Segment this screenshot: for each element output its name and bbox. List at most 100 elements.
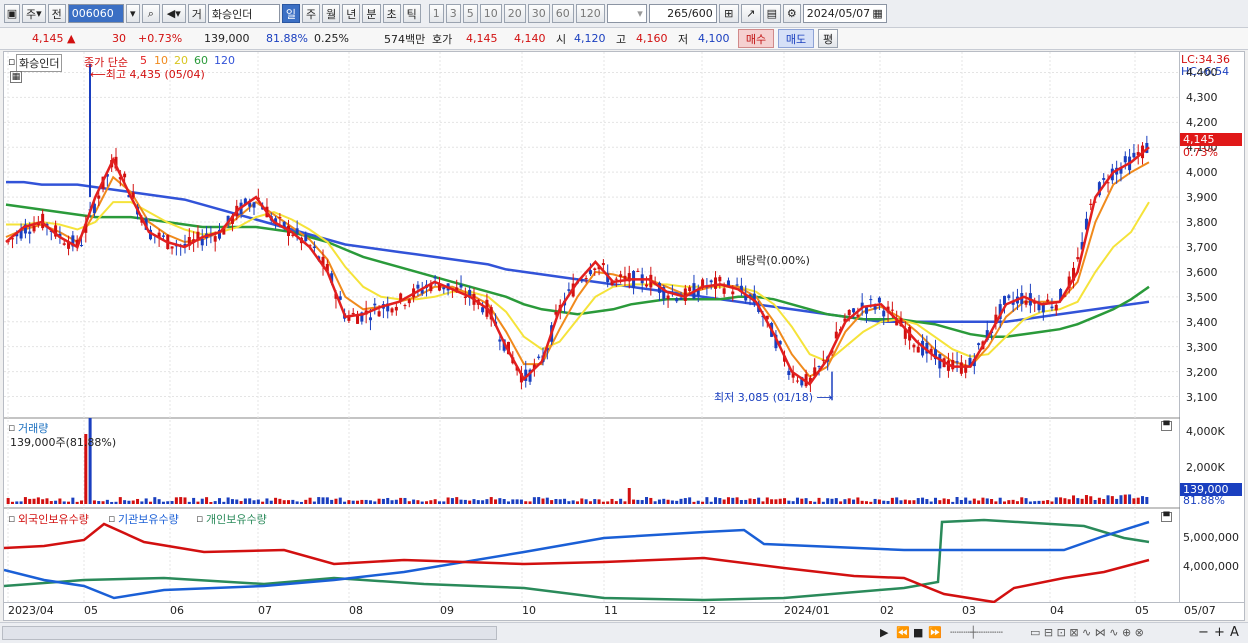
volume-bar [118, 497, 122, 504]
volume-bar [511, 499, 515, 504]
volume-bar [998, 497, 1002, 504]
volume-bar [584, 499, 588, 504]
zoom-in-icon[interactable]: + [1214, 625, 1225, 640]
interval-dropdown[interactable]: ▾ [606, 4, 647, 23]
volume-bar [131, 500, 135, 504]
period-tick[interactable]: 틱 [402, 4, 421, 23]
line-tool-icon[interactable]: ↗ [740, 4, 761, 23]
stop-icon[interactable]: ■ [913, 626, 923, 639]
date-field[interactable]: 2024/05/07 ▦ [802, 4, 887, 23]
low-label: 저 [678, 32, 689, 46]
candle-body [614, 278, 618, 280]
volume-bar [334, 498, 338, 504]
period-month[interactable]: 월 [322, 4, 341, 23]
volume-panel-close-icon[interactable]: ▀ [1161, 421, 1172, 431]
count-field[interactable]: 265/600 [648, 4, 717, 23]
interval-1[interactable]: 1 [428, 4, 444, 23]
scroll-right-icon[interactable]: ▶ [880, 626, 888, 639]
volume-bar [532, 497, 536, 504]
period-minute[interactable]: 분 [362, 4, 381, 23]
period-week[interactable]: 주 [302, 4, 321, 23]
interval-5[interactable]: 5 [462, 4, 478, 23]
type-select[interactable]: 주 ▾ [22, 4, 46, 23]
volume-panel-handle-icon[interactable]: ▫ [8, 421, 15, 434]
period-day[interactable]: 일 [281, 4, 301, 23]
volume-bar [778, 498, 782, 504]
grid-toggle-icon[interactable]: ▦ [10, 71, 22, 83]
volume-bar [1037, 500, 1041, 504]
volume-bar [148, 501, 153, 504]
scroll-track[interactable] [2, 626, 497, 640]
volume-bar [933, 497, 938, 504]
volume-bar [632, 499, 636, 504]
price-panel-title[interactable]: 화승인더 [16, 54, 63, 72]
interval-3[interactable]: 3 [445, 4, 461, 23]
volume-bar [256, 499, 260, 504]
zoom-slider[interactable]: ┄┄┄┼┄┄┄┄ [950, 626, 1003, 639]
period-year[interactable]: 년 [342, 4, 361, 23]
prev-button[interactable]: 전 [47, 4, 66, 23]
candle-body [442, 287, 446, 290]
price-panel-handle-icon[interactable]: ▫ [8, 55, 15, 68]
inst-holdings-label[interactable]: 기관보유수량 [118, 511, 179, 527]
interval-120[interactable]: 120 [575, 4, 605, 23]
chart-svg[interactable] [4, 52, 1181, 604]
volume-bar [679, 498, 683, 504]
calendar-icon[interactable]: ▦ [872, 7, 882, 20]
volume-bar [895, 497, 899, 504]
code-dropdown-icon[interactable]: ▾ [125, 4, 140, 23]
volume-bar [239, 501, 243, 504]
interval-60[interactable]: 60 [551, 4, 574, 23]
period-second[interactable]: 초 [382, 4, 401, 23]
interval-20[interactable]: 20 [503, 4, 526, 23]
eval-button[interactable]: 평 [818, 29, 838, 48]
volume-bar [1110, 496, 1114, 504]
candle-body [877, 297, 881, 303]
price-pct-tag: 0.73% [1183, 146, 1218, 159]
price-change: 30 [112, 32, 126, 45]
volume-pct-tag: 81.88% [1183, 494, 1225, 507]
zoom-out-icon[interactable]: − [1198, 625, 1209, 640]
chart-icon[interactable]: ▣ [4, 4, 20, 23]
speaker-icon[interactable]: ◀▾ [161, 4, 186, 23]
volume-bar [144, 498, 148, 504]
candle-body [1024, 300, 1028, 305]
holdings-panel-handle-icon[interactable]: ▫ [8, 512, 15, 525]
code-input[interactable]: 006060 [67, 4, 124, 23]
chart-area[interactable]: ▫ 화승인더 종가 단순 5 10 20 60 120 ▦ ⟵최고 4,435 … [3, 51, 1181, 604]
volume-bar [28, 498, 32, 504]
font-size-icon[interactable]: A [1230, 625, 1239, 640]
volume-bar [821, 501, 825, 504]
volume-bar [71, 497, 75, 504]
interval-10[interactable]: 10 [479, 4, 502, 23]
tool-icons[interactable]: ▭ ⊟ ⊡ ⊠ ∿ ⋈ ∿ ⊕ ⊗ [1030, 626, 1144, 639]
candle-body [688, 287, 692, 292]
candle-type-icon[interactable]: ⊞ [718, 4, 739, 23]
volume-bar [1072, 495, 1076, 504]
forward-icon[interactable]: ⏩ [928, 626, 942, 639]
interval-30[interactable]: 30 [527, 4, 550, 23]
candle-body [714, 277, 718, 289]
stock-name-field[interactable]: 화승인더 [207, 4, 280, 23]
volume-bar [783, 498, 787, 504]
price-ytick: 3,100 [1186, 390, 1218, 404]
retail-holdings-label[interactable]: 개인보유수량 [206, 511, 267, 527]
volume-bar [308, 497, 312, 504]
rewind-icon[interactable]: ⏪ [896, 626, 910, 639]
gear-icon[interactable]: ⚙ [782, 4, 801, 23]
holdings-panel-close-icon[interactable]: ▀ [1161, 512, 1172, 522]
volume-bar [929, 501, 933, 504]
volume-bar [442, 501, 446, 504]
foreign-holdings-label[interactable]: 외국인보유수량 [18, 511, 89, 527]
volume-bar [123, 500, 127, 504]
volume-bar [429, 500, 433, 504]
search-icon[interactable]: ⌕ [141, 4, 160, 23]
volume-bar [19, 501, 23, 504]
sell-button[interactable]: 매도 [778, 29, 814, 48]
save-icon[interactable]: ▤ [762, 4, 781, 23]
buy-button[interactable]: 매수 [738, 29, 774, 48]
market-button[interactable]: 거 [187, 4, 206, 23]
volume-bar [243, 498, 247, 504]
x-tick: 04 [1050, 604, 1064, 617]
volume-bar [183, 497, 187, 504]
